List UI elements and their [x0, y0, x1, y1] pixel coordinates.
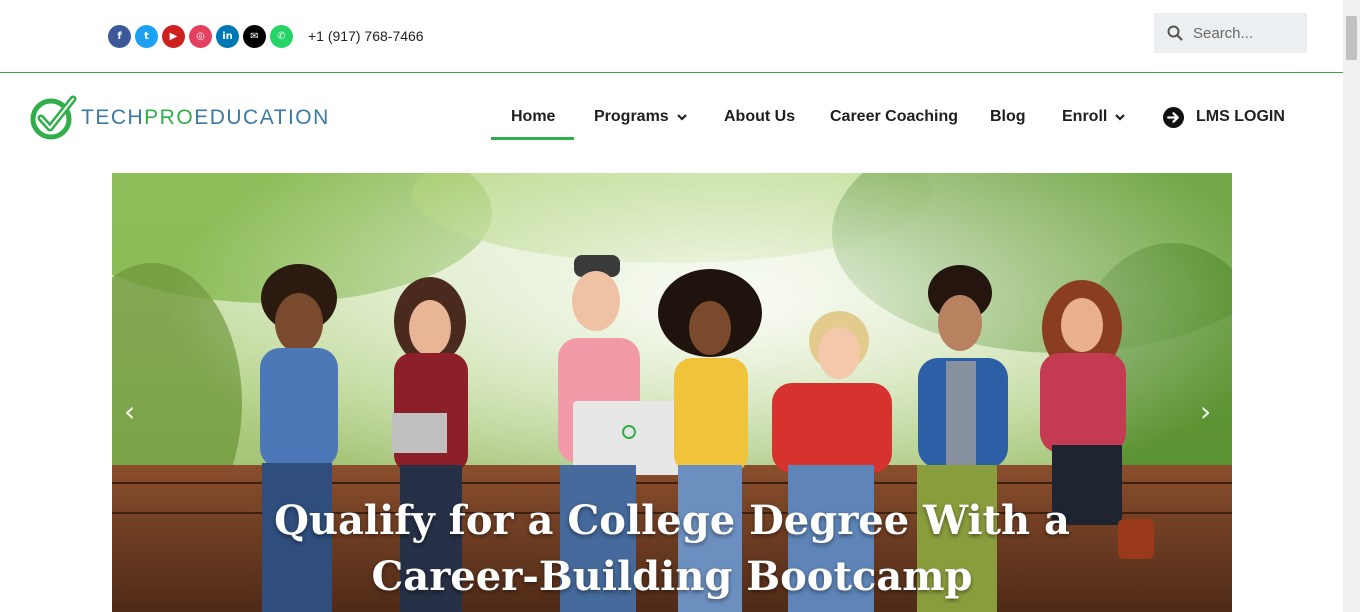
hero-title: Qualify for a College Degree With a Care… — [112, 493, 1232, 605]
chevron-down-icon — [676, 113, 687, 121]
nav-enroll[interactable]: Enroll — [1062, 95, 1126, 139]
scrollbar-thumb[interactable] — [1346, 16, 1357, 60]
search-box[interactable] — [1154, 13, 1307, 53]
nav-programs[interactable]: Programs — [594, 95, 687, 139]
linkedin-icon[interactable]: in — [216, 25, 239, 48]
active-nav-indicator — [491, 137, 574, 140]
nav-about-label: About Us — [724, 108, 796, 125]
nav-blog[interactable]: Blog — [990, 95, 1026, 139]
twitter-icon[interactable]: t — [135, 25, 158, 48]
logo-text: TECHPROEDUCATION — [81, 106, 330, 130]
search-input[interactable] — [1193, 24, 1303, 42]
logo-text-education: EDUCATION — [194, 106, 330, 129]
nav-career-coaching[interactable]: Career Coaching — [830, 95, 958, 139]
facebook-icon[interactable]: f — [108, 25, 131, 48]
nav-about-us[interactable]: About Us — [724, 95, 795, 139]
phone-number[interactable]: +1 (917) 768-7466 — [308, 28, 424, 44]
nav-enroll-label: Enroll — [1062, 108, 1108, 125]
lms-login-label: LMS LOGIN — [1196, 108, 1285, 125]
social-links: f t ▶ ◎ in ✉ ✆ — [108, 25, 293, 48]
page-scrollbar[interactable] — [1343, 0, 1360, 612]
hero-slider: ‹ › Qualify for a College Degree With a … — [112, 173, 1232, 612]
nav-career-label: Career Coaching — [830, 108, 959, 125]
instagram-icon[interactable]: ◎ — [189, 25, 212, 48]
nav-blog-label: Blog — [990, 108, 1026, 125]
slider-next-arrow[interactable]: › — [1200, 395, 1211, 428]
chevron-down-icon — [1115, 113, 1126, 121]
slider-prev-arrow[interactable]: ‹ — [124, 395, 135, 428]
search-icon — [1167, 25, 1183, 41]
youtube-icon[interactable]: ▶ — [162, 25, 185, 48]
lms-login-link[interactable]: LMS LOGIN — [1163, 95, 1285, 139]
whatsapp-icon[interactable]: ✆ — [270, 25, 293, 48]
nav-programs-label: Programs — [594, 108, 669, 125]
top-bar: f t ▶ ◎ in ✉ ✆ +1 (917) 768-7466 — [0, 0, 1343, 73]
logo-text-tech: TECH — [81, 106, 145, 129]
email-icon[interactable]: ✉ — [243, 25, 266, 48]
site-logo[interactable]: TECHPROEDUCATION — [29, 93, 330, 143]
arrow-circle-right-icon — [1163, 106, 1184, 128]
nav-home-label: Home — [511, 108, 556, 125]
hero-title-line-1: Qualify for a College Degree With a — [274, 497, 1070, 544]
logo-text-pro: PRO — [144, 106, 195, 129]
hero-title-line-2: Career-Building Bootcamp — [371, 553, 973, 600]
nav-home[interactable]: Home — [511, 95, 555, 139]
logo-check-icon — [30, 95, 77, 140]
